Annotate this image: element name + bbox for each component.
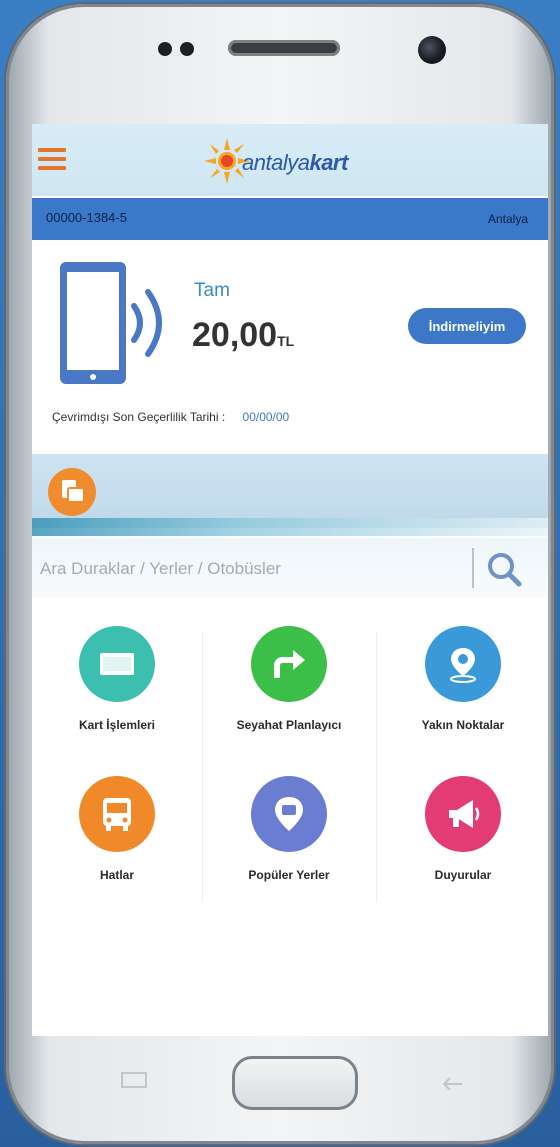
card-info-bar[interactable]: 00000-1384-5 Antalya [32,198,548,240]
menu-item-card-operations[interactable]: Kart İşlemleri [32,612,202,758]
app-logo: antalyakart [202,136,382,186]
menu-item-nearby-points[interactable]: Yakın Noktalar [378,612,548,758]
menu-grid: Kart İşlemleri Seyahat Planlayıcı Yakın … [32,612,548,912]
search-input[interactable] [38,548,472,590]
front-camera [418,36,446,64]
menu-item-popular-places[interactable]: Popüler Yerler [204,762,374,908]
phone-top-bezel [6,4,554,124]
card-icon [79,626,155,702]
menu-item-label: Duyurular [434,868,492,882]
menu-item-label: Kart İşlemleri [78,718,156,732]
balance-panel: Tam 20,00TL İndirmeliyim Çevrimdışı Son … [32,242,548,462]
validity-date: 00/00/00 [242,410,290,424]
location-pin-icon [425,626,501,702]
mobile-phone-icon [60,262,126,384]
popular-place-pin-icon [251,776,327,852]
sensor-dot [158,42,172,56]
download-button[interactable]: İndirmeliyim [408,308,526,344]
app-header: antalyakart [32,124,548,196]
menu-item-label: Popüler Yerler [248,868,330,882]
validity-label: Çevrimdışı Son Geçerlilik Tarihi : [52,410,226,424]
grid-divider [376,632,377,902]
nfc-waves-icon [131,289,162,357]
card-number: 00000-1384-5 [46,210,127,225]
banner-strip [32,454,548,528]
earpiece-speaker [228,40,340,56]
card-city: Antalya [487,212,528,226]
brand-name: antalyakart [242,150,348,175]
fare-type: Tam [194,280,230,301]
menu-item-label: Hatlar [99,868,134,882]
menu-item-label: Seyahat Planlayıcı [236,718,342,732]
menu-item-label: Yakın Noktalar [421,718,505,732]
back-icon[interactable] [434,1070,470,1091]
menu-item-announcements[interactable]: Duyurular [378,762,548,908]
currency-label: TL [277,333,295,349]
phone-frame: antalyakart 00000-1384-5 Antalya Tam 20,… [6,4,554,1144]
menu-item-trip-planner[interactable]: Seyahat Planlayıcı [204,612,374,758]
app-screen: antalyakart 00000-1384-5 Antalya Tam 20,… [32,124,548,1036]
balance-amount: 20,00TL [192,316,295,354]
load-balance-icon[interactable] [48,468,96,516]
search-divider [472,548,474,588]
offline-validity: Çevrimdışı Son Geçerlilik Tarihi : 00/00… [52,410,289,424]
menu-item-lines[interactable]: Hatlar [32,762,202,908]
recent-apps-icon[interactable] [116,1070,152,1090]
search-bar [32,538,548,598]
hamburger-menu-icon[interactable] [38,148,66,170]
home-button[interactable] [232,1056,358,1110]
bus-icon [79,776,155,852]
sensor-dot [180,42,194,56]
turn-right-arrow-icon [251,626,327,702]
grid-divider [202,632,203,902]
sea-wave-decoration [32,518,548,536]
search-icon[interactable] [484,550,524,588]
megaphone-icon [425,776,501,852]
